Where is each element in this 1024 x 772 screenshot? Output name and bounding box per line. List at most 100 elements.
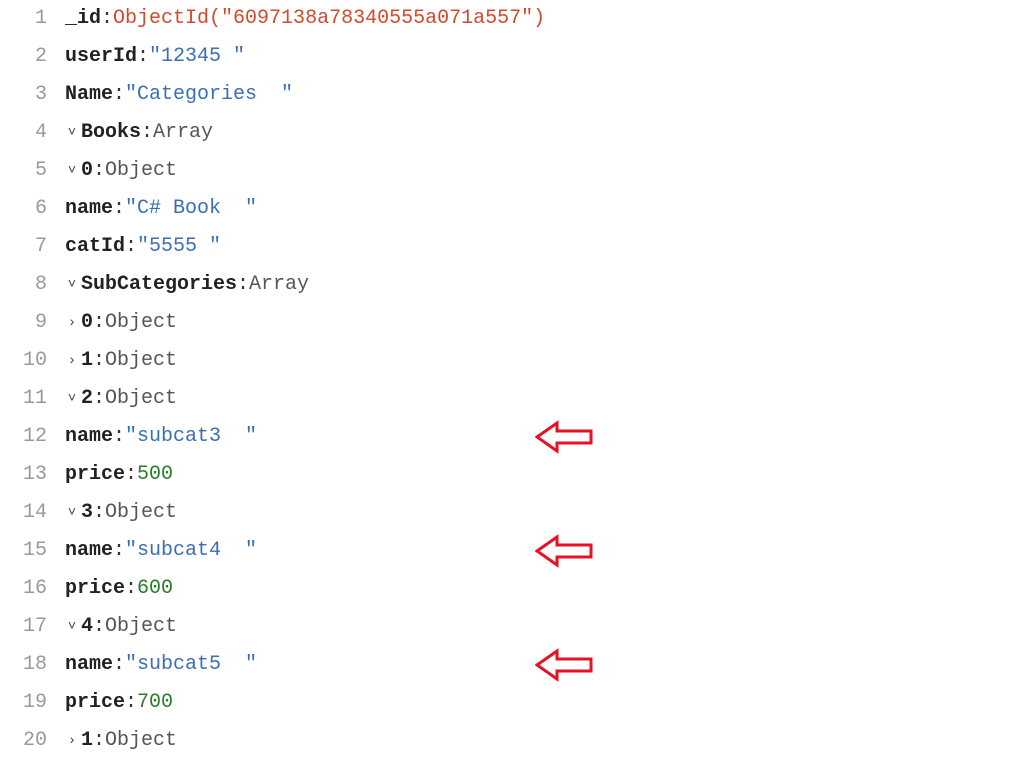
line-number: 8 <box>0 266 47 304</box>
field-value-string: "subcat3 " <box>125 427 257 447</box>
field-key: SubCategories <box>81 275 237 295</box>
code-line[interactable]: Name : "Categories " <box>65 76 1024 114</box>
colon: : <box>93 313 105 333</box>
code-line[interactable]: ›1 : Object <box>65 342 1024 380</box>
array-index: 2 <box>81 389 93 409</box>
line-number: 15 <box>0 532 47 570</box>
field-key: price <box>65 693 125 713</box>
colon: : <box>113 85 125 105</box>
line-number: 6 <box>0 190 47 228</box>
array-index: 1 <box>81 351 93 371</box>
code-line[interactable]: ›0 : Object <box>65 304 1024 342</box>
field-key: name <box>65 427 113 447</box>
colon: : <box>93 389 105 409</box>
code-line[interactable]: name : "C# Book " <box>65 190 1024 228</box>
arrow-left-icon <box>535 534 595 568</box>
line-number: 7 <box>0 228 47 266</box>
field-key: userId <box>65 47 137 67</box>
code-line[interactable]: ˅2 : Object <box>65 380 1024 418</box>
field-type: Object <box>105 161 177 181</box>
colon: : <box>141 123 153 143</box>
arrow-left-icon <box>535 420 595 454</box>
code-content[interactable]: _id: ObjectId("6097138a78340555a071a557"… <box>65 0 1024 760</box>
code-line[interactable]: ˅0 : Object <box>65 152 1024 190</box>
field-key: price <box>65 465 125 485</box>
chevron-down-icon[interactable]: ˅ <box>65 506 79 520</box>
code-line[interactable]: price : 600 <box>65 570 1024 608</box>
line-number: 1 <box>0 0 47 38</box>
code-line[interactable]: catId : "5555 " <box>65 228 1024 266</box>
code-line[interactable]: ˅Books : Array <box>65 114 1024 152</box>
array-index: 3 <box>81 503 93 523</box>
line-number: 12 <box>0 418 47 456</box>
array-index: 4 <box>81 617 93 637</box>
field-type: Object <box>105 503 177 523</box>
code-line[interactable]: userId : "12345 " <box>65 38 1024 76</box>
code-line[interactable]: ˅3 : Object <box>65 494 1024 532</box>
line-number: 3 <box>0 76 47 114</box>
line-number-gutter: 1 2 3 4 5 6 7 8 9 10 11 12 13 14 15 16 1… <box>0 0 65 760</box>
colon: : <box>93 503 105 523</box>
colon: : <box>93 617 105 637</box>
line-number: 16 <box>0 570 47 608</box>
chevron-down-icon[interactable]: ˅ <box>65 126 79 140</box>
code-line[interactable]: ˅4 : Object <box>65 608 1024 646</box>
code-line[interactable]: ˅SubCategories : Array <box>65 266 1024 304</box>
field-key: name <box>65 541 113 561</box>
field-value-number: 600 <box>137 579 173 599</box>
code-editor: 1 2 3 4 5 6 7 8 9 10 11 12 13 14 15 16 1… <box>0 0 1024 760</box>
code-line[interactable]: _id: ObjectId("6097138a78340555a071a557"… <box>65 0 1024 38</box>
field-key: Name <box>65 85 113 105</box>
chevron-right-icon[interactable]: › <box>65 316 79 330</box>
colon: : <box>125 237 137 257</box>
colon: : <box>101 9 113 29</box>
colon: : <box>93 351 105 371</box>
colon: : <box>113 199 125 219</box>
line-number: 2 <box>0 38 47 76</box>
colon: : <box>93 161 105 181</box>
field-type: Object <box>105 731 177 751</box>
line-number: 20 <box>0 722 47 760</box>
line-number: 11 <box>0 380 47 418</box>
field-type: Object <box>105 617 177 637</box>
line-number: 18 <box>0 646 47 684</box>
chevron-right-icon[interactable]: › <box>65 354 79 368</box>
line-number: 9 <box>0 304 47 342</box>
colon: : <box>113 541 125 561</box>
field-value-string: "Categories " <box>125 85 293 105</box>
field-type: Object <box>105 389 177 409</box>
arrow-left-icon <box>535 648 595 682</box>
code-line[interactable]: price : 700 <box>65 684 1024 722</box>
field-value-string: "12345 " <box>149 47 245 67</box>
array-index: 0 <box>81 161 93 181</box>
field-value-number: 500 <box>137 465 173 485</box>
line-number: 17 <box>0 608 47 646</box>
colon: : <box>113 655 125 675</box>
chevron-down-icon[interactable]: ˅ <box>65 392 79 406</box>
line-number: 19 <box>0 684 47 722</box>
chevron-right-icon[interactable]: › <box>65 734 79 748</box>
field-value-objectid: ObjectId("6097138a78340555a071a557") <box>113 9 545 29</box>
chevron-down-icon[interactable]: ˅ <box>65 278 79 292</box>
array-index: 1 <box>81 731 93 751</box>
line-number: 13 <box>0 456 47 494</box>
code-line[interactable]: ›1 : Object <box>65 722 1024 760</box>
field-key: price <box>65 579 125 599</box>
array-index: 0 <box>81 313 93 333</box>
line-number: 14 <box>0 494 47 532</box>
colon: : <box>125 579 137 599</box>
code-line[interactable]: price : 500 <box>65 456 1024 494</box>
field-key: name <box>65 199 113 219</box>
field-key: catId <box>65 237 125 257</box>
colon: : <box>93 731 105 751</box>
field-value-number: 700 <box>137 693 173 713</box>
field-value-string: "5555 " <box>137 237 221 257</box>
field-value-string: "subcat5 " <box>125 655 257 675</box>
field-type: Object <box>105 351 177 371</box>
field-type: Array <box>249 275 309 295</box>
field-key: name <box>65 655 113 675</box>
line-number: 10 <box>0 342 47 380</box>
line-number: 5 <box>0 152 47 190</box>
chevron-down-icon[interactable]: ˅ <box>65 620 79 634</box>
chevron-down-icon[interactable]: ˅ <box>65 164 79 178</box>
